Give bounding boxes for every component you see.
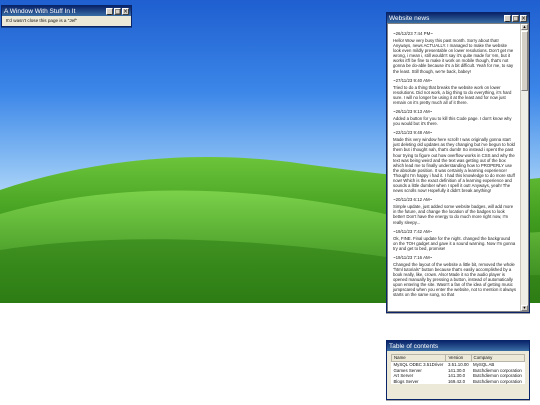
stuff-window-body: It'd wasn't close this page is a "Jef"	[6, 18, 78, 23]
toc-window-body: Name Version Company MySQL ODBC 3.51Driv…	[387, 351, 529, 387]
table-row[interactable]: Blogs Server 169.42.0 Butchdiemon corpor…	[392, 379, 525, 385]
post-text: Changed the layout of the website a litt…	[393, 261, 517, 298]
post-text: Simple update, just added some website b…	[393, 204, 514, 225]
news-post: ~19/11/23 7:16 AM~ Changed the layout of…	[393, 255, 516, 298]
news-scrollbar[interactable]: ▲ ▼	[520, 24, 528, 311]
news-post: ~22/11/23 9:48 AM~ Made this very window…	[393, 130, 516, 193]
news-window-titlebar[interactable]: Website news _ □ ×	[387, 13, 529, 23]
toc-window-title: Table of contents	[389, 342, 439, 350]
minimize-icon[interactable]: _	[504, 14, 511, 22]
post-date: ~19/11/23 7:42 AM~	[393, 228, 433, 234]
maximize-icon[interactable]: □	[114, 7, 121, 15]
post-date: ~27/11/23 9:40 AM~	[393, 77, 433, 83]
post-text: Ok, FINE. Final update for the night. ch…	[393, 235, 516, 251]
news-post: ~27/11/23 9:40 AM~ Tried to do a thing t…	[393, 78, 516, 105]
post-date: ~19/11/23 7:16 AM~	[393, 254, 433, 260]
news-post: ~26/12/23 7:44 PM~ Hello! Wow very busy …	[393, 31, 516, 74]
toc-window[interactable]: Table of contents Name Version Company M…	[386, 340, 530, 400]
maximize-icon[interactable]: □	[512, 14, 519, 22]
cell-company: Butchdiemon corporation	[473, 378, 522, 384]
news-post: ~19/11/23 7:42 AM~ Ok, FINE. Final updat…	[393, 229, 516, 251]
stuff-window-titlebar[interactable]: A Window With Stuff In It _ □ ×	[2, 6, 131, 16]
scroll-up-icon[interactable]: ▲	[521, 24, 528, 30]
column-header-name[interactable]: Name	[390, 354, 447, 362]
close-icon[interactable]: ×	[122, 7, 129, 15]
column-header-company[interactable]: Company	[470, 354, 526, 362]
scroll-down-icon[interactable]: ▼	[521, 305, 528, 311]
post-text: Made this very window here scroll! I was…	[393, 137, 515, 194]
cell-company: Butchdiemon corporation	[473, 373, 522, 379]
news-window-title: Website news	[389, 14, 430, 22]
stuff-window-title: A Window With Stuff In It	[4, 7, 76, 15]
toc-table: Name Version Company MySQL ODBC 3.51Driv…	[390, 354, 526, 385]
close-icon[interactable]: ×	[520, 14, 527, 22]
stuff-window[interactable]: A Window With Stuff In It _ □ × It'd was…	[1, 5, 132, 27]
minimize-icon[interactable]: _	[106, 7, 113, 15]
post-date: ~20/11/23 6:12 AM~	[393, 197, 433, 203]
cell-version: 3.51.10.00	[447, 362, 469, 368]
news-post: ~20/11/23 6:12 AM~ Simple update, just a…	[393, 197, 516, 224]
scroll-thumb[interactable]	[521, 31, 528, 91]
news-post: ~26/11/23 9:13 AM~ Added a button for yo…	[393, 109, 516, 126]
table-row[interactable]: Art Server 141.30.0 Butchdiemon corporat…	[392, 373, 525, 379]
post-text: Hello! Wow very busy this past month. So…	[393, 38, 514, 74]
news-window[interactable]: Website news _ □ × ~26/12/23 7:44 PM~ He…	[386, 12, 530, 313]
cell-name: Blogs Server	[393, 378, 419, 384]
post-date: ~22/11/23 9:48 AM~	[393, 130, 433, 136]
news-content: ~26/12/23 7:44 PM~ Hello! Wow very busy …	[388, 24, 521, 311]
news-scroll-area[interactable]: ~26/12/23 7:44 PM~ Hello! Wow very busy …	[387, 23, 529, 312]
cell-version: 169.42.0	[447, 378, 466, 384]
post-date: ~26/12/23 7:44 PM~	[393, 31, 433, 36]
post-text: Added a button for you to kill this Code…	[393, 116, 512, 127]
post-text: Tried to do a thing that breaks the webs…	[393, 84, 512, 105]
post-date: ~26/11/23 9:13 AM~	[393, 109, 433, 115]
toc-window-titlebar[interactable]: Table of contents	[387, 341, 529, 351]
column-header-version[interactable]: Version	[445, 354, 472, 362]
cell-name: MySQL ODBC 3.51Driver	[393, 362, 444, 368]
toc-header-row: Name Version Company	[390, 354, 526, 362]
